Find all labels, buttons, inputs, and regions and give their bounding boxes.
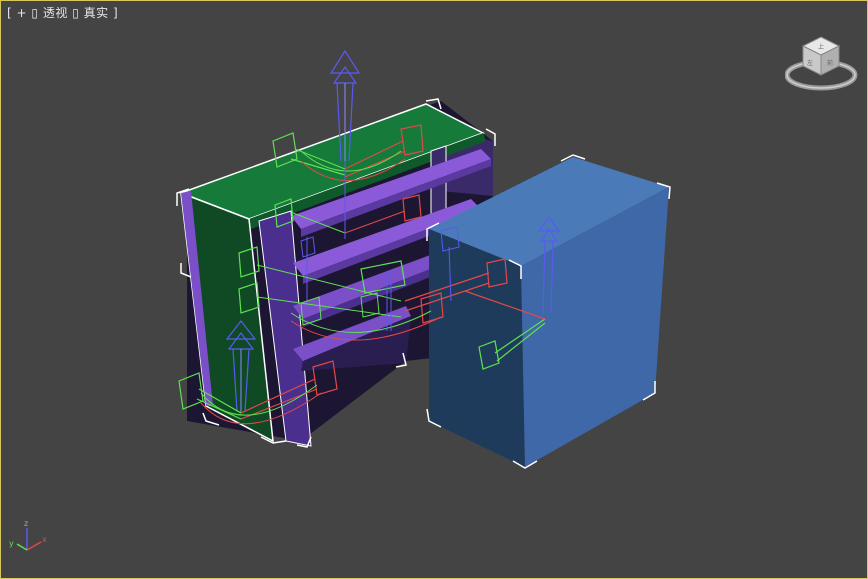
axis-z-label: z xyxy=(24,519,28,528)
axis-x-label: x xyxy=(42,535,47,544)
axis-tripod-icon: z x y xyxy=(9,519,47,551)
axis-y-label: y xyxy=(9,539,14,548)
viewcube-top-label: 上 xyxy=(818,43,824,51)
viewcube-front-label: 前 xyxy=(827,59,833,67)
scene-3d[interactable] xyxy=(1,1,867,578)
box-front-face[interactable] xyxy=(429,229,525,467)
viewcube-left-label: 左 xyxy=(807,59,813,67)
viewport[interactable]: [ + ▯ 透视 ▯ 真实 ] 上 左 前 z x y xyxy=(0,0,868,579)
viewcube-icon[interactable]: 上 左 前 xyxy=(785,35,859,95)
